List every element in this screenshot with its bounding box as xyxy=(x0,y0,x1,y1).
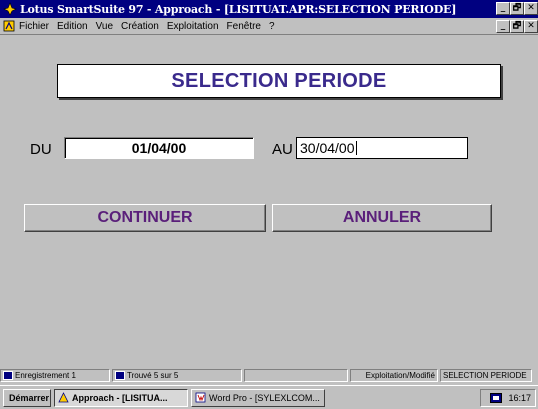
start-label: Démarrer xyxy=(9,392,50,403)
lotus-app-icon xyxy=(3,2,17,16)
from-label: DU xyxy=(30,141,52,158)
to-date-field[interactable]: 30/04/00 xyxy=(296,137,468,159)
menu-vue[interactable]: Vue xyxy=(96,21,113,32)
from-date-field[interactable]: 01/04/00 xyxy=(64,137,254,159)
found-text: Trouvé 5 sur 5 xyxy=(127,371,179,380)
menu-fichier[interactable]: Fichier xyxy=(19,21,49,32)
heading-box: SELECTION PERIODE xyxy=(57,64,501,98)
record-indicator[interactable]: Enregistrement 1 xyxy=(0,369,110,382)
record-text: Enregistrement 1 xyxy=(15,371,76,380)
close-button[interactable]: ✕ xyxy=(524,2,538,15)
found-indicator[interactable]: Trouvé 5 sur 5 xyxy=(112,369,242,382)
continue-button[interactable]: CONTINUER xyxy=(24,204,266,232)
clock[interactable]: 16:17 xyxy=(508,393,531,403)
record-nav-icon xyxy=(3,371,13,380)
to-label: AU xyxy=(272,141,293,158)
cancel-button-label: ANNULER xyxy=(342,209,422,226)
menu-bar: Fichier Edition Vue Création Exploitatio… xyxy=(0,18,538,35)
doc-restore-button[interactable]: 🗗 xyxy=(510,20,524,33)
task-approach[interactable]: Approach - [LISITUA... xyxy=(54,388,188,407)
wordpro-task-icon xyxy=(195,392,206,403)
from-date-value: 01/04/00 xyxy=(131,140,187,156)
task-approach-label: Approach - [LISITUA... xyxy=(72,392,168,403)
menu-edition[interactable]: Edition xyxy=(57,21,88,32)
doc-minimize-button[interactable]: _ xyxy=(496,20,510,33)
window-title: Lotus SmartSuite 97 - Approach - [LISITU… xyxy=(20,2,457,16)
maximize-button[interactable]: 🗗 xyxy=(510,2,524,15)
view-text: SELECTION PERIODE xyxy=(443,371,527,380)
status-empty xyxy=(244,369,348,382)
selection-form: SELECTION PERIODE DU 01/04/00 AU 30/04/0… xyxy=(0,36,538,366)
page-title: SELECTION PERIODE xyxy=(171,69,387,92)
continue-button-label: CONTINUER xyxy=(97,209,193,226)
task-wordpro[interactable]: Word Pro - [SYLEXLCOM... xyxy=(191,388,325,407)
task-wordpro-label: Word Pro - [SYLEXLCOM... xyxy=(209,392,320,403)
found-icon xyxy=(115,371,125,380)
doc-close-button[interactable]: ✕ xyxy=(524,20,538,33)
approach-task-icon xyxy=(58,392,69,403)
start-button[interactable]: Démarrer xyxy=(3,388,51,407)
menu-creation[interactable]: Création xyxy=(121,21,159,32)
approach-window: Lotus SmartSuite 97 - Approach - [LISITU… xyxy=(0,0,538,409)
cancel-button[interactable]: ANNULER xyxy=(272,204,492,232)
minimize-button[interactable]: _ xyxy=(496,2,510,15)
menu-help[interactable]: ? xyxy=(269,21,275,32)
to-date-value: 30/04/00 xyxy=(300,140,355,156)
menu-fenetre[interactable]: Fenêtre xyxy=(227,21,261,32)
menu-exploitation[interactable]: Exploitation xyxy=(167,21,219,32)
view-indicator[interactable]: SELECTION PERIODE xyxy=(440,369,532,382)
tray-app-icon[interactable] xyxy=(490,393,503,403)
mode-indicator[interactable]: Exploitation/Modifié xyxy=(350,369,438,382)
document-icon[interactable] xyxy=(3,20,15,32)
system-tray: 16:17 xyxy=(480,389,536,407)
title-bar: Lotus SmartSuite 97 - Approach - [LISITU… xyxy=(0,0,538,18)
mode-text: Exploitation/Modifié xyxy=(365,371,435,380)
text-caret xyxy=(355,141,357,155)
taskbar: Démarrer Approach - [LISITUA... Word Pro… xyxy=(0,385,538,409)
status-bar: Enregistrement 1 Trouvé 5 sur 5 Exploita… xyxy=(0,368,538,383)
